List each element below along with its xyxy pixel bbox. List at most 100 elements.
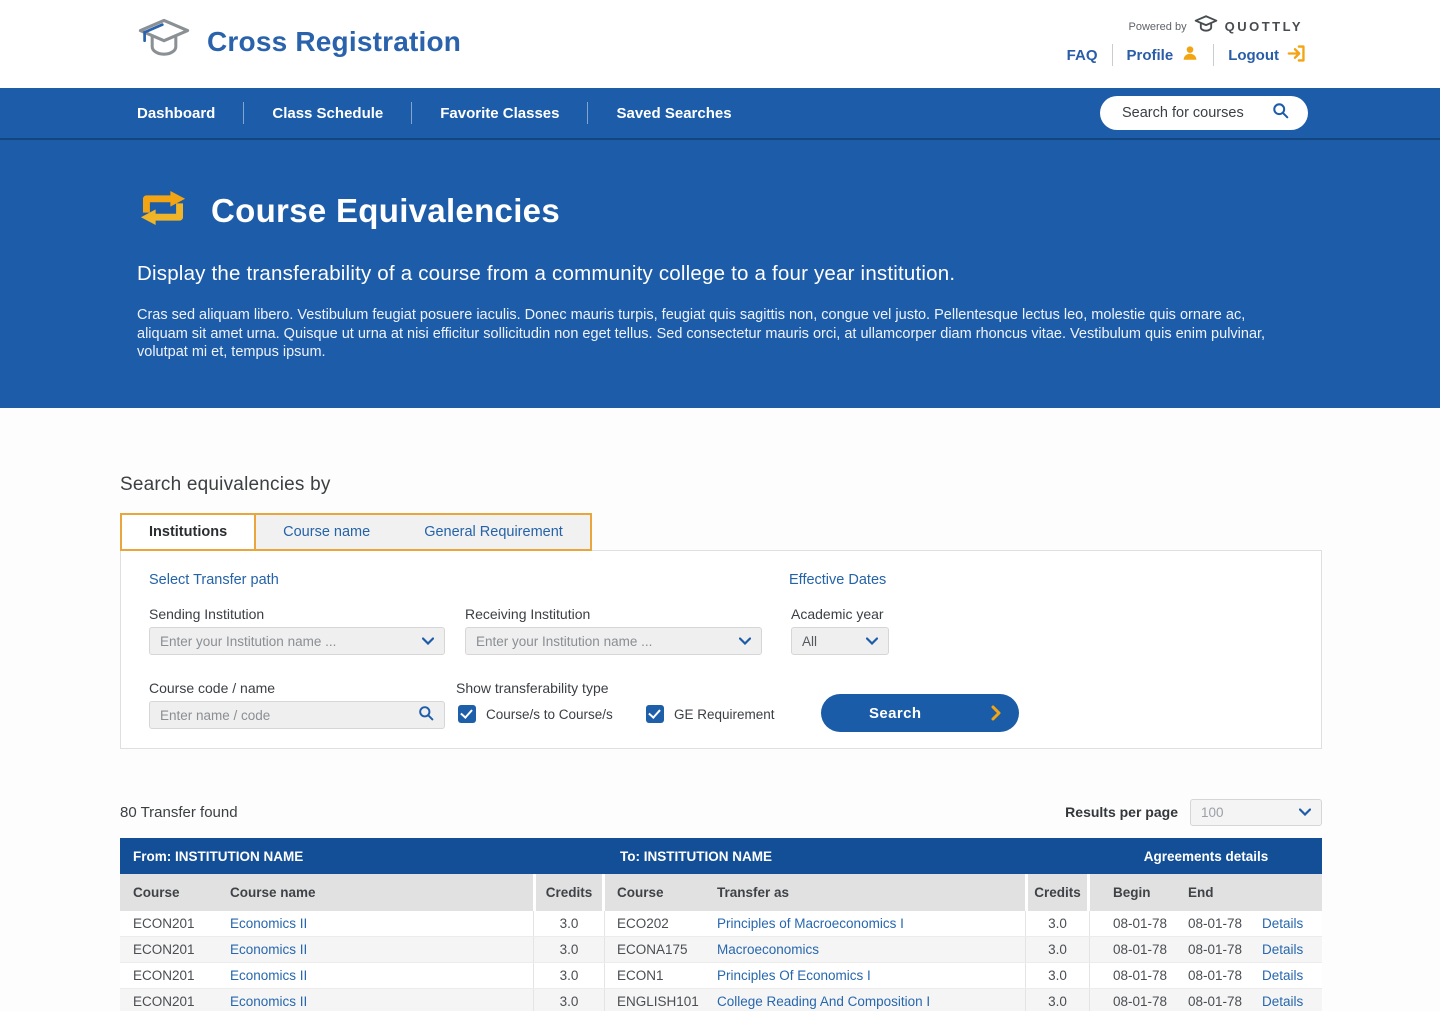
divider [1213, 44, 1214, 66]
person-icon [1181, 44, 1199, 66]
chevron-right-icon [991, 705, 1001, 721]
tab-general-requirement[interactable]: General Requirement [397, 515, 590, 549]
to-institution-header: To: INSTITUTION NAME [605, 849, 1090, 864]
quottly-cap-icon [1193, 14, 1219, 39]
search-icon[interactable] [418, 705, 434, 726]
transfer-as-link[interactable]: Principles of Macroeconomics I [717, 916, 904, 931]
receiving-institution-select[interactable]: Enter your Institution name ... [465, 627, 762, 655]
search-button[interactable]: Search [821, 694, 1019, 732]
powered-brand-label: QUOTTLY [1225, 19, 1303, 34]
details-link[interactable]: Details [1262, 994, 1303, 1009]
chevron-down-icon [422, 632, 434, 650]
sending-institution-label: Sending Institution [149, 606, 264, 622]
logout-icon [1287, 45, 1306, 66]
divider [587, 102, 588, 124]
to-credits: 3.0 [1025, 989, 1090, 1011]
agreements-details-header: Agreements details [1090, 849, 1322, 864]
logout-link[interactable]: Logout [1228, 45, 1306, 66]
results-table: From: INSTITUTION NAME To: INSTITUTION N… [120, 838, 1322, 1011]
nav-item-dashboard[interactable]: Dashboard [137, 105, 215, 122]
details-link[interactable]: Details [1262, 942, 1303, 957]
col-course-name: Course name [230, 874, 533, 911]
from-course-code: ECON201 [120, 963, 230, 988]
powered-by-label: Powered by [1128, 21, 1186, 33]
col-details [1250, 874, 1322, 911]
chevron-down-icon [739, 632, 751, 650]
begin-date: 08-01-78 [1090, 937, 1170, 962]
divider [1112, 44, 1113, 66]
table-row: ECON201 Economics II 3.0 ECO202 Principl… [120, 911, 1322, 937]
transfer-as-link[interactable]: Principles Of Economics I [717, 968, 871, 983]
col-course-from: Course [120, 874, 230, 911]
table-column-headers: Course Course name Credits Course Transf… [120, 874, 1322, 911]
from-institution-header: From: INSTITUTION NAME [120, 849, 605, 864]
nav-item-favorite-classes[interactable]: Favorite Classes [440, 105, 559, 122]
transfer-arrows-icon [137, 185, 189, 236]
graduation-cap-icon [137, 16, 191, 67]
nav-item-class-schedule[interactable]: Class Schedule [272, 105, 383, 122]
faq-link[interactable]: FAQ [1067, 47, 1098, 64]
table-body: ECON201 Economics II 3.0 ECO202 Principl… [120, 911, 1322, 1011]
begin-date: 08-01-78 [1090, 911, 1170, 936]
from-course-code: ECON201 [120, 911, 230, 936]
academic-year-label: Academic year [791, 606, 884, 622]
transfer-as-link[interactable]: College Reading And Composition I [717, 994, 930, 1009]
course-search-input[interactable] [1122, 105, 1272, 121]
transfer-as-link[interactable]: Macroeconomics [717, 942, 819, 957]
sending-institution-select[interactable]: Enter your Institution name ... [149, 627, 445, 655]
main-content: Search equivalencies by Institutions Cou… [120, 474, 1322, 1011]
col-transfer-as: Transfer as [717, 874, 1025, 911]
hero-banner: Course Equivalencies Display the transfe… [0, 140, 1440, 408]
divider [243, 102, 244, 124]
from-course-name-link[interactable]: Economics II [230, 968, 307, 983]
course-search-box[interactable] [1100, 96, 1308, 130]
course-code-input[interactable] [160, 708, 418, 723]
course-code-box [149, 701, 445, 729]
from-course-code: ECON201 [120, 989, 230, 1011]
end-date: 08-01-78 [1170, 937, 1250, 962]
col-credits-to: Credits [1025, 874, 1090, 911]
academic-year-select[interactable]: All [791, 627, 889, 655]
from-course-name-link[interactable]: Economics II [230, 916, 307, 931]
chevron-down-icon [1299, 803, 1311, 821]
col-begin: Begin [1090, 874, 1170, 911]
brand: Cross Registration [137, 16, 461, 67]
search-form-panel: Select Transfer path Effective Dates Sen… [120, 550, 1322, 749]
from-course-name-link[interactable]: Economics II [230, 942, 307, 957]
profile-link[interactable]: Profile [1127, 44, 1200, 66]
tab-institutions[interactable]: Institutions [122, 515, 256, 549]
from-credits: 3.0 [533, 911, 605, 936]
checkbox-ge-requirement[interactable]: GE Requirement [646, 705, 775, 723]
per-page-select[interactable]: 100 [1190, 799, 1322, 826]
details-link[interactable]: Details [1262, 968, 1303, 983]
transfer-path-label: Select Transfer path [149, 572, 279, 588]
to-credits: 3.0 [1025, 911, 1090, 936]
results-count: 80 Transfer found [120, 804, 238, 821]
search-icon[interactable] [1272, 102, 1289, 124]
checkbox-icon[interactable] [458, 705, 476, 723]
chevron-down-icon [866, 632, 878, 650]
from-credits: 3.0 [533, 963, 605, 988]
from-course-name-link[interactable]: Economics II [230, 994, 307, 1009]
end-date: 08-01-78 [1170, 963, 1250, 988]
from-credits: 3.0 [533, 937, 605, 962]
col-credits-from: Credits [533, 874, 605, 911]
receiving-institution-label: Receiving Institution [465, 606, 590, 622]
nav-item-saved-searches[interactable]: Saved Searches [616, 105, 731, 122]
results-bar: 80 Transfer found Results per page 100 [120, 798, 1322, 826]
col-end: End [1170, 874, 1250, 911]
begin-date: 08-01-78 [1090, 989, 1170, 1011]
main-navigation: Dashboard Class Schedule Favorite Classe… [0, 88, 1440, 140]
end-date: 08-01-78 [1170, 989, 1250, 1011]
checkbox-icon[interactable] [646, 705, 664, 723]
tab-course-name[interactable]: Course name [256, 515, 397, 549]
results-per-page: Results per page 100 [1065, 799, 1322, 826]
begin-date: 08-01-78 [1090, 963, 1170, 988]
details-link[interactable]: Details [1262, 916, 1303, 931]
checkbox-course-to-course[interactable]: Course/s to Course/s [458, 705, 613, 723]
table-group-header: From: INSTITUTION NAME To: INSTITUTION N… [120, 838, 1322, 874]
to-course-code: ENGLISH101 [605, 989, 717, 1011]
to-course-code: ECO202 [605, 911, 717, 936]
table-row: ECON201 Economics II 3.0 ECONA175 Macroe… [120, 937, 1322, 963]
transferability-type-label: Show transferability type [456, 680, 609, 696]
